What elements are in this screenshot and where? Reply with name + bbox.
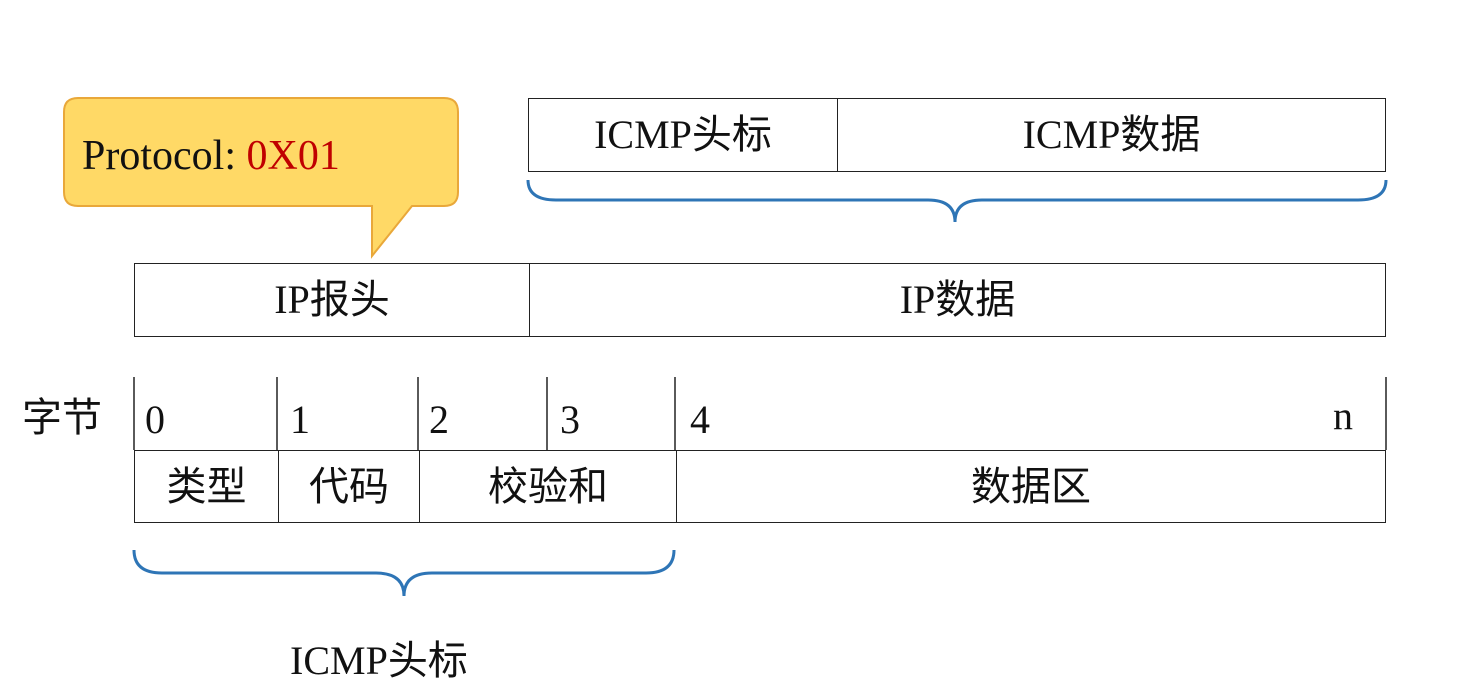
icmp-header-bottom-label: ICMP头标	[290, 638, 468, 683]
icmp-header-brace	[132, 549, 676, 597]
